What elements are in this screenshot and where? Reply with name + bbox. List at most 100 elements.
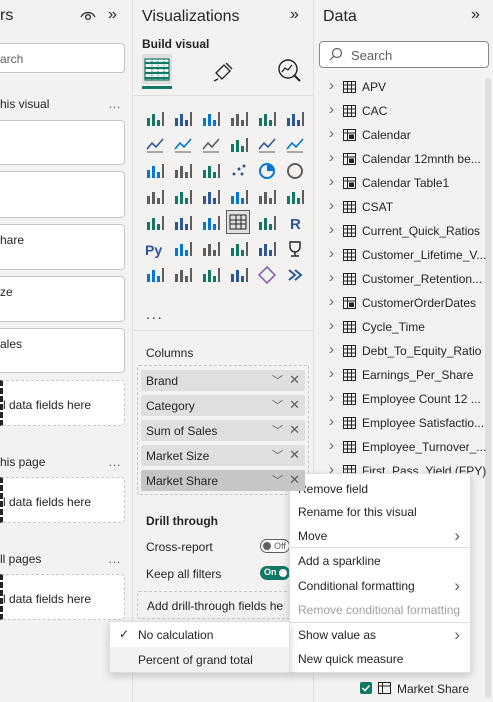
menu-item-rename-for-this-visual[interactable]: Rename for this visual [298, 505, 417, 519]
field-well-item[interactable]: Market Share ﹀ ✕ [141, 470, 305, 491]
chevron-down-icon[interactable]: ﹀ [272, 422, 283, 438]
scatter-icon[interactable] [228, 160, 250, 182]
clustered-column-icon[interactable] [256, 108, 278, 130]
submenu-item[interactable]: Percent of grand total [110, 647, 289, 672]
gauge-icon[interactable] [256, 186, 278, 208]
field-well-item[interactable]: Sum of Sales ﹀ ✕ [141, 420, 305, 441]
filled-map-icon[interactable] [200, 186, 222, 208]
key-influencers-icon[interactable] [172, 238, 194, 260]
goals-icon[interactable] [284, 238, 306, 260]
chevron-right-icon[interactable]: › [329, 221, 334, 238]
remove-field-icon[interactable]: ✕ [289, 422, 300, 438]
kpi-icon[interactable] [172, 212, 194, 234]
add-data-fields-page[interactable]: l data fields here [0, 477, 125, 523]
waterfall-icon[interactable] [172, 160, 194, 182]
qa-icon[interactable] [228, 238, 250, 260]
decomposition-tree-icon[interactable] [200, 238, 222, 260]
menu-item-new-quick-measure[interactable]: New quick measure [298, 652, 403, 666]
clustered-bar-icon[interactable] [172, 108, 194, 130]
filter-card-market-size[interactable]: ze [0, 276, 125, 322]
menu-item-add-a-sparkline[interactable]: Add a sparkline [298, 554, 381, 568]
power-apps-icon[interactable] [172, 264, 194, 286]
chevron-right-icon[interactable]: › [329, 413, 334, 430]
diamond-icon[interactable] [256, 264, 278, 286]
chevron-down-icon[interactable]: ﹀ [272, 372, 283, 388]
chevron-right-icon[interactable]: › [329, 389, 334, 406]
filter-card[interactable] [0, 171, 125, 218]
filter-card[interactable] [0, 120, 125, 165]
field-well-item[interactable]: Market Size ﹀ ✕ [141, 445, 305, 466]
remove-field-icon[interactable]: ✕ [289, 372, 300, 388]
more-visual-icon[interactable] [284, 264, 306, 286]
submenu-item[interactable]: ✓ No calculation [110, 622, 289, 647]
area-chart-icon[interactable] [172, 134, 194, 156]
remove-field-icon[interactable]: ✕ [289, 397, 300, 413]
line-chart-icon[interactable] [144, 134, 166, 156]
r-visual-icon[interactable]: R [284, 212, 306, 234]
stacked-bar-100-icon[interactable] [200, 108, 222, 130]
ribbon-icon[interactable] [228, 134, 250, 156]
chevron-right-icon[interactable]: › [329, 437, 334, 454]
stacked-column-icon[interactable] [228, 108, 250, 130]
analytics-icon[interactable] [276, 57, 302, 83]
slicer-icon[interactable] [200, 212, 222, 234]
chevron-down-icon[interactable]: ﹀ [272, 447, 283, 463]
ribbon-chart-icon[interactable] [144, 160, 166, 182]
more-options-icon[interactable]: … [108, 551, 122, 566]
chevron-right-icon[interactable]: › [329, 293, 334, 310]
azure-map-icon[interactable] [228, 186, 250, 208]
pie-icon[interactable] [256, 160, 278, 182]
python-visual-icon[interactable]: Py [144, 238, 166, 260]
chevron-right-icon[interactable]: › [329, 245, 334, 262]
chevron-right-icon[interactable]: › [329, 173, 334, 190]
remove-field-icon[interactable]: ✕ [289, 472, 300, 488]
add-data-fields-all-pages[interactable]: l data fields here [0, 574, 125, 620]
stacked-bar-icon[interactable] [144, 108, 166, 130]
checkbox-checked[interactable] [360, 682, 372, 694]
more-visuals-icon[interactable]: ... [146, 306, 164, 322]
custom-visual-icon[interactable] [228, 264, 250, 286]
menu-item-show-value-as[interactable]: Show value as [298, 628, 376, 642]
menu-item-conditional-formatting[interactable]: Conditional formatting [298, 579, 415, 593]
chevron-right-icon[interactable]: › [329, 125, 334, 142]
chevron-right-icon[interactable]: › [329, 269, 334, 286]
data-search-input[interactable]: Search [319, 41, 489, 68]
donut-icon[interactable] [284, 160, 306, 182]
stacked-area-icon[interactable] [200, 134, 222, 156]
matrix-icon[interactable] [256, 212, 278, 234]
build-visual-tab[interactable] [142, 54, 172, 84]
chevron-right-icon[interactable]: › [329, 365, 334, 382]
format-visual-icon[interactable] [212, 59, 236, 83]
map-icon[interactable] [172, 186, 194, 208]
chevron-right-icon[interactable]: › [329, 197, 334, 214]
treemap-icon[interactable] [144, 186, 166, 208]
field-label[interactable]: Market Share [397, 682, 469, 696]
chevron-down-icon[interactable]: ﹀ [272, 397, 283, 413]
cross-report-toggle[interactable]: Off [260, 539, 290, 553]
scrollbar[interactable] [485, 78, 491, 698]
table-icon[interactable] [226, 210, 250, 234]
chevron-right-icon[interactable]: › [329, 101, 334, 118]
card-icon[interactable] [284, 186, 306, 208]
add-drill-through-fields[interactable]: Add drill-through fields he [137, 591, 309, 619]
field-well-item[interactable]: Brand ﹀ ✕ [141, 370, 305, 391]
collapse-filters-icon[interactable]: » [108, 6, 117, 24]
menu-item-move[interactable]: Move [298, 529, 327, 543]
chevron-right-icon[interactable]: › [329, 149, 334, 166]
paginated-report-icon[interactable] [144, 264, 166, 286]
line-column-icon[interactable] [256, 134, 278, 156]
filter-card-sum-of-sales[interactable]: ales [0, 328, 125, 373]
menu-item-remove-field[interactable]: Remove field [298, 482, 368, 496]
line-stacked-column-icon[interactable] [284, 134, 306, 156]
more-options-icon[interactable]: … [108, 454, 122, 469]
collapse-visualizations-icon[interactable]: » [290, 6, 299, 24]
filters-search-input[interactable]: arch [0, 43, 125, 73]
funnel-icon[interactable] [200, 160, 222, 182]
chevron-right-icon[interactable]: › [329, 341, 334, 358]
multi-row-card-icon[interactable] [144, 212, 166, 234]
filter-card-market-share[interactable]: hare [0, 224, 125, 270]
stacked-column-100-icon[interactable] [284, 108, 306, 130]
keep-all-filters-toggle[interactable]: On [260, 566, 290, 580]
collapse-data-icon[interactable]: » [471, 6, 480, 24]
remove-field-icon[interactable]: ✕ [289, 447, 300, 463]
